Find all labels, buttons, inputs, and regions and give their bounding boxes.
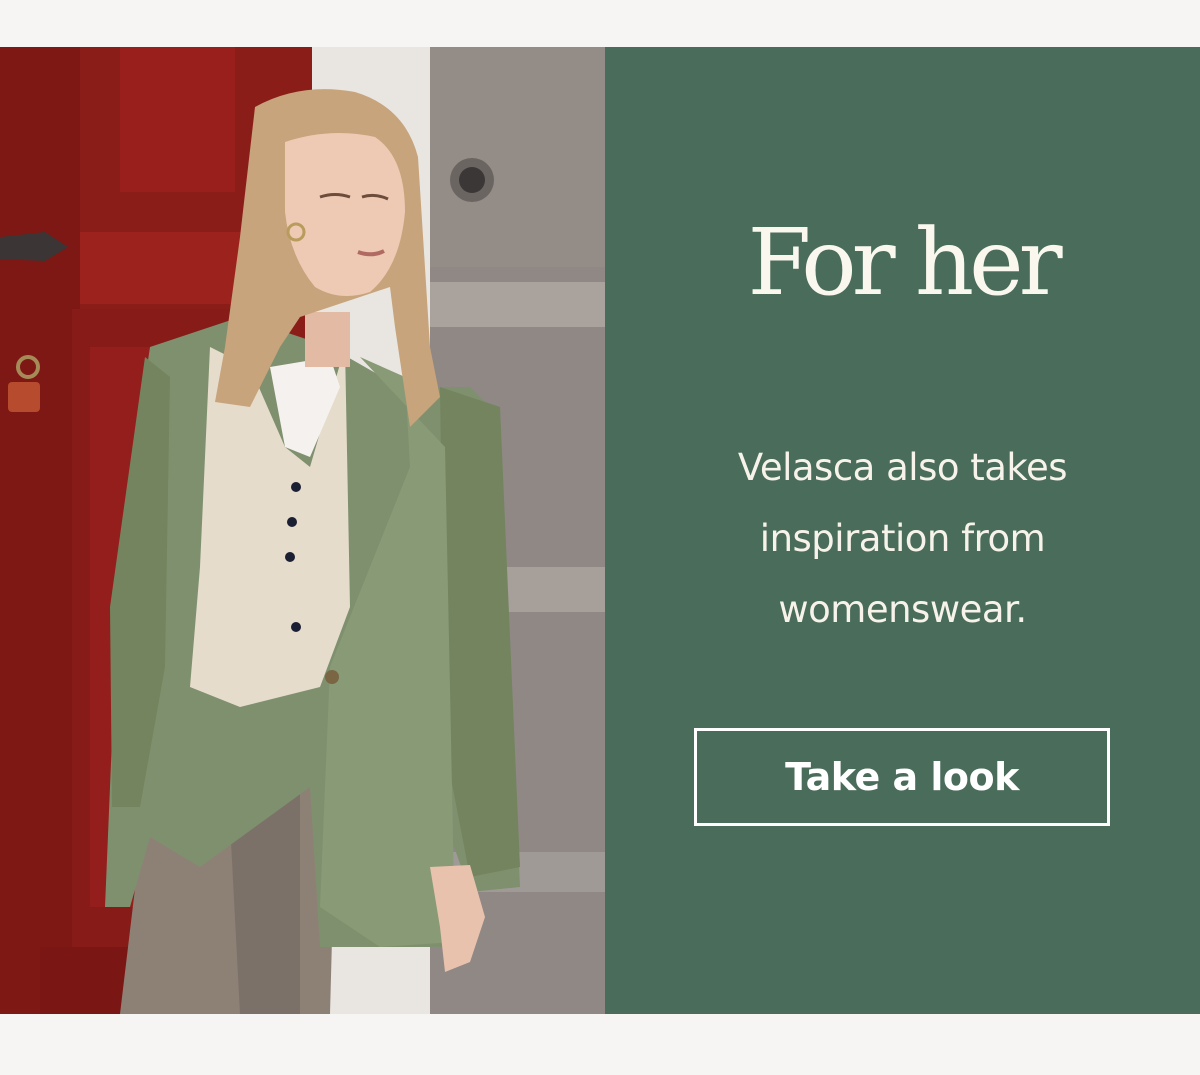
hero-photo bbox=[0, 47, 605, 1014]
description-line: inspiration from bbox=[759, 517, 1046, 560]
promo-description: Velasca also takes inspiration from wome… bbox=[605, 432, 1200, 645]
description-line: womenswear. bbox=[778, 588, 1027, 631]
hero-photo-illustration bbox=[0, 47, 605, 1014]
headline: For her bbox=[747, 209, 1062, 316]
take-a-look-button[interactable]: Take a look bbox=[694, 728, 1110, 826]
description-line: Velasca also takes bbox=[737, 446, 1068, 489]
promo-banner: For her Velasca also takes inspiration f… bbox=[0, 47, 1200, 1014]
promo-panel: For her Velasca also takes inspiration f… bbox=[605, 47, 1200, 1014]
